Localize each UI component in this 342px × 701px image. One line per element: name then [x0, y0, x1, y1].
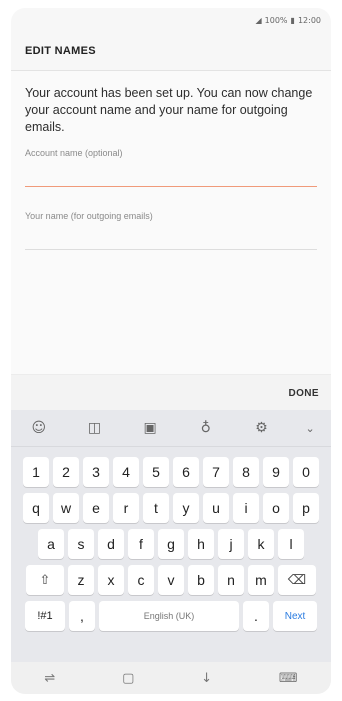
- symbols-key[interactable]: !#1: [25, 601, 65, 631]
- comma-key[interactable]: ,: [69, 601, 95, 631]
- key-b[interactable]: b: [188, 565, 214, 595]
- key-h[interactable]: h: [188, 529, 214, 559]
- status-bar: ◢ 100% ▮ 12:00: [11, 8, 331, 32]
- keyboard-toolbar: ☺ ◫ ▣ ♁ ⚙ ⌄: [11, 410, 331, 447]
- key-v[interactable]: v: [158, 565, 184, 595]
- sticker-icon[interactable]: ◫: [80, 420, 108, 436]
- key-0[interactable]: 0: [293, 457, 319, 487]
- battery-percent: 100%: [264, 15, 288, 25]
- key-g[interactable]: g: [158, 529, 184, 559]
- account-name-label: Account name (optional): [25, 148, 123, 158]
- keyboard-switch-icon[interactable]: ⌨: [279, 671, 298, 686]
- key-p[interactable]: p: [293, 493, 319, 523]
- shift-key[interactable]: ⇧: [26, 565, 64, 595]
- form-content: Your account has been set up. You can no…: [11, 71, 331, 385]
- battery-icon: ▮: [290, 15, 295, 25]
- home-icon[interactable]: ▢: [122, 671, 134, 686]
- key-7[interactable]: 7: [203, 457, 229, 487]
- keyboard: ☺ ◫ ▣ ♁ ⚙ ⌄ 1 2 3 4 5 6 7 8 9 0 q w e r …: [11, 410, 331, 662]
- description-text: Your account has been set up. You can no…: [25, 86, 313, 134]
- space-key[interactable]: English (UK): [99, 601, 239, 631]
- signal-icon: ◢: [255, 15, 262, 25]
- letter-row-2: a s d f g h j k l: [15, 529, 327, 559]
- key-r[interactable]: r: [113, 493, 139, 523]
- settings-icon[interactable]: ⚙: [247, 420, 275, 436]
- phone-frame: ◢ 100% ▮ 12:00 EDIT NAMES Your account h…: [0, 0, 342, 701]
- done-button[interactable]: DONE: [289, 388, 332, 399]
- navigation-bar: ⇌ ▢ ↓ ⌨: [11, 662, 331, 694]
- page-title: EDIT NAMES: [25, 45, 96, 57]
- key-a[interactable]: a: [38, 529, 64, 559]
- key-m[interactable]: m: [248, 565, 274, 595]
- page-header: EDIT NAMES: [11, 32, 331, 71]
- mic-icon[interactable]: ♁: [192, 420, 220, 436]
- key-9[interactable]: 9: [263, 457, 289, 487]
- number-row: 1 2 3 4 5 6 7 8 9 0: [15, 457, 327, 487]
- key-1[interactable]: 1: [23, 457, 49, 487]
- letter-row-1: q w e r t y u i o p: [15, 493, 327, 523]
- your-name-label: Your name (for outgoing emails): [25, 211, 153, 221]
- key-k[interactable]: k: [248, 529, 274, 559]
- back-icon[interactable]: ↓: [201, 671, 212, 686]
- key-5[interactable]: 5: [143, 457, 169, 487]
- key-e[interactable]: e: [83, 493, 109, 523]
- bottom-row: !#1 , English (UK) . Next: [15, 601, 327, 631]
- key-y[interactable]: y: [173, 493, 199, 523]
- key-w[interactable]: w: [53, 493, 79, 523]
- emoji-icon[interactable]: ☺: [25, 420, 53, 436]
- key-l[interactable]: l: [278, 529, 304, 559]
- action-bar: DONE: [11, 374, 331, 411]
- key-8[interactable]: 8: [233, 457, 259, 487]
- next-key[interactable]: Next: [273, 601, 317, 631]
- period-key[interactable]: .: [243, 601, 269, 631]
- key-6[interactable]: 6: [173, 457, 199, 487]
- key-d[interactable]: d: [98, 529, 124, 559]
- key-o[interactable]: o: [263, 493, 289, 523]
- backspace-key[interactable]: ⌫: [278, 565, 316, 595]
- screen: ◢ 100% ▮ 12:00 EDIT NAMES Your account h…: [11, 8, 331, 694]
- key-n[interactable]: n: [218, 565, 244, 595]
- key-x[interactable]: x: [98, 565, 124, 595]
- recent-apps-icon[interactable]: ⇌: [44, 671, 55, 686]
- key-q[interactable]: q: [23, 493, 49, 523]
- key-z[interactable]: z: [68, 565, 94, 595]
- key-s[interactable]: s: [68, 529, 94, 559]
- clock-time: 12:00: [297, 15, 321, 25]
- your-name-input[interactable]: [25, 227, 317, 250]
- key-u[interactable]: u: [203, 493, 229, 523]
- letter-row-3: ⇧ z x c v b n m ⌫: [15, 565, 327, 595]
- key-i[interactable]: i: [233, 493, 259, 523]
- key-t[interactable]: t: [143, 493, 169, 523]
- collapse-icon[interactable]: ⌄: [303, 422, 317, 435]
- key-j[interactable]: j: [218, 529, 244, 559]
- key-4[interactable]: 4: [113, 457, 139, 487]
- key-c[interactable]: c: [128, 565, 154, 595]
- keyboard-keys: 1 2 3 4 5 6 7 8 9 0 q w e r t y u i o p …: [11, 447, 331, 631]
- key-2[interactable]: 2: [53, 457, 79, 487]
- gif-icon[interactable]: ▣: [136, 420, 164, 436]
- key-f[interactable]: f: [128, 529, 154, 559]
- key-3[interactable]: 3: [83, 457, 109, 487]
- account-name-input[interactable]: [25, 164, 317, 187]
